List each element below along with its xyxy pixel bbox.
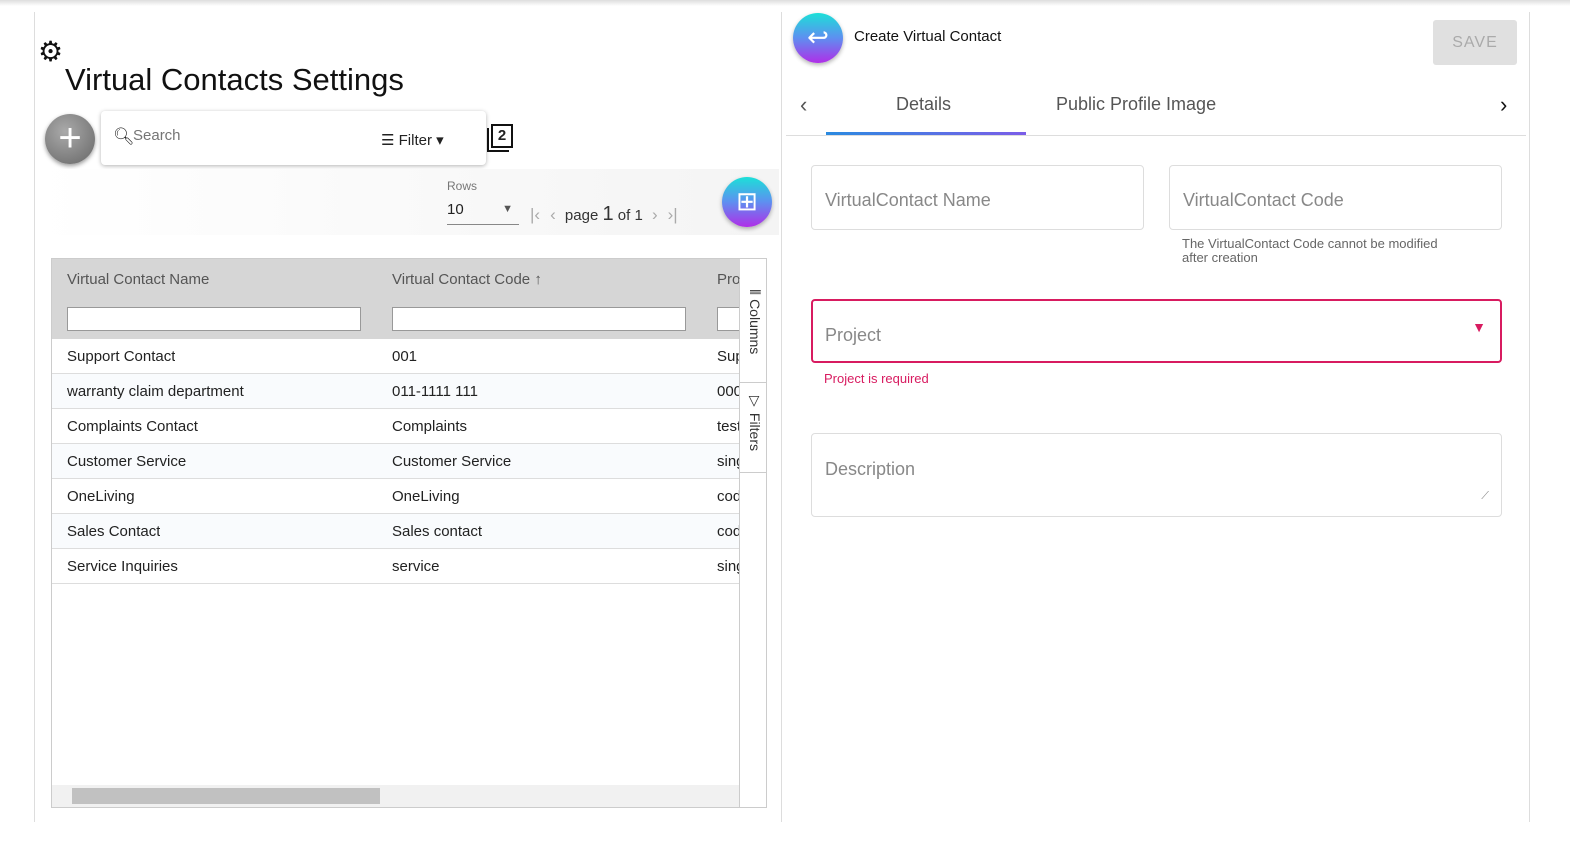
table-row[interactable]: Service Inquiries service sing (52, 549, 740, 584)
page-total: 1 (634, 207, 643, 224)
description-textarea[interactable]: Description ⟋ (811, 433, 1502, 517)
table-cell: Service Inquiries (67, 558, 178, 575)
table-row[interactable]: Customer Service Customer Service sing (52, 444, 740, 479)
columns-icon: ⦀ (747, 289, 763, 300)
search-box: 🔍︎ ☰ Filter ▾ (101, 111, 486, 165)
table-row[interactable]: Complaints Contact Complaints test (52, 409, 740, 444)
table-cell: Support Contact (67, 348, 176, 365)
table-row[interactable]: OneLiving OneLiving cod (52, 479, 740, 514)
name-placeholder: VirtualContact Name (825, 190, 991, 210)
code-hint: The VirtualContact Code cannot be modifi… (1182, 236, 1438, 265)
next-page-icon[interactable]: › (652, 205, 658, 224)
add-button[interactable]: + (45, 114, 95, 164)
table-cell: 011-1111 111 (392, 383, 478, 400)
columns-tab-label: Columns (747, 299, 763, 355)
filter-button[interactable]: ☰ Filter ▾ (381, 131, 444, 149)
search-icon: 🔍︎ (113, 127, 135, 146)
resize-handle-icon[interactable]: ⟋ (1481, 490, 1489, 503)
virtual-contacts-list-panel: ⚙ Virtual Contacts Settings + 🔍︎ ☰ Filte… (34, 12, 782, 822)
table-cell: sing (717, 453, 740, 470)
columns-tab[interactable]: ⦀ Columns (740, 279, 766, 383)
description-placeholder: Description (825, 459, 916, 479)
table-cell: 001 (392, 348, 418, 365)
last-page-icon[interactable]: ›| (668, 205, 678, 224)
scrollbar-thumb[interactable] (72, 788, 380, 804)
contacts-table: Virtual Contact Name Virtual Contact Cod… (51, 258, 767, 808)
project-select[interactable]: Project ▼ (811, 299, 1502, 363)
table-cell: Sales contact (392, 523, 483, 540)
rows-value: 10 (447, 201, 464, 218)
form-tabs: ‹ Details Public Profile Image › (786, 72, 1526, 136)
prev-page-icon[interactable]: ‹ (550, 205, 556, 224)
page-label: page (564, 207, 599, 224)
page-title: Virtual Contacts Settings (65, 62, 404, 97)
pager: |‹ ‹ page 1 of 1 › ›| (525, 203, 683, 226)
table-cell: Complaints (392, 418, 468, 435)
table-cell: cod (717, 523, 740, 540)
page-current: 1 (602, 203, 614, 225)
chevron-down-icon: ▼ (502, 203, 513, 215)
table-row[interactable]: warranty claim department 011-1111 111 000 (52, 374, 740, 409)
rows-label: Rows (447, 179, 478, 193)
project-error: Project is required (824, 371, 929, 386)
table-header: Virtual Contact Name Virtual Contact Cod… (52, 259, 747, 339)
grid-side-bar: ⦀ Columns ▽ Filters (739, 279, 766, 807)
filter-input-name[interactable] (67, 307, 361, 331)
table-cell: Customer Service (392, 453, 512, 470)
sort-asc-icon: ↑ (534, 271, 542, 288)
table-cell: Sup (717, 348, 740, 365)
code-placeholder: VirtualContact Code (1183, 190, 1344, 210)
table-row[interactable]: Sales Contact Sales contact cod (52, 514, 740, 549)
table-cell: test (717, 418, 740, 435)
search-input[interactable] (133, 127, 333, 144)
rows-select[interactable]: 10 ▼ (447, 199, 519, 225)
dropdown-arrow-icon: ▼ (1472, 319, 1486, 335)
active-tab-indicator (826, 132, 1026, 135)
chevron-left-icon[interactable]: ‹ (800, 92, 807, 118)
table-cell: service (392, 558, 440, 575)
gear-icon: ⚙ (38, 36, 64, 67)
top-shadow (0, 0, 1570, 6)
table-cell: sing (717, 558, 740, 575)
tab-details[interactable]: Details (896, 94, 951, 115)
back-button[interactable]: ↩ (793, 13, 843, 63)
filters-tab[interactable]: ▽ Filters (740, 383, 766, 473)
grid-view-button[interactable]: ⊞ (722, 177, 772, 227)
create-virtual-contact-panel: ↩ Create Virtual Contact SAVE ‹ Details … (782, 12, 1530, 822)
first-page-icon[interactable]: |‹ (530, 205, 540, 224)
horizontal-scrollbar[interactable] (52, 785, 740, 807)
table-cell: cod (717, 488, 740, 505)
table-cell: OneLiving (67, 488, 135, 505)
table-cell: Customer Service (67, 453, 187, 470)
column-header-name[interactable]: Virtual Contact Name (67, 271, 209, 288)
table-row[interactable]: Support Contact 001 Sup (52, 339, 740, 374)
virtualcontact-code-field[interactable]: VirtualContact Code (1169, 165, 1502, 230)
table-cell: OneLiving (392, 488, 460, 505)
table-cell: Complaints Contact (67, 418, 198, 435)
column-header-code[interactable]: Virtual Contact Code ↑ (392, 271, 542, 288)
column-header-code-label: Virtual Contact Code (392, 271, 531, 288)
table-cell: warranty claim department (67, 383, 244, 400)
column-header-project[interactable]: Pro (717, 271, 740, 288)
pager-bar: Rows 10 ▼ |‹ ‹ page 1 of 1 › ›| ⊞ (35, 169, 779, 235)
page-of: of (617, 207, 631, 224)
filters-tab-label: Filters (747, 412, 763, 452)
table-cell: Sales Contact (67, 523, 161, 540)
form-title: Create Virtual Contact (854, 28, 1002, 45)
reply-arrow-icon: ↩ (807, 22, 829, 52)
project-placeholder: Project (825, 325, 882, 345)
copy-icon[interactable]: 2 (491, 124, 513, 148)
virtualcontact-name-field[interactable]: VirtualContact Name (811, 165, 1144, 230)
save-button[interactable]: SAVE (1433, 20, 1517, 65)
table-cell: 000 (717, 383, 740, 400)
filter-input-code[interactable] (392, 307, 686, 331)
filter-funnel-icon: ▽ (747, 393, 763, 413)
filter-label: Filter (398, 132, 432, 149)
tab-public-profile-image[interactable]: Public Profile Image (1056, 94, 1216, 115)
chevron-right-icon[interactable]: › (1500, 92, 1507, 118)
